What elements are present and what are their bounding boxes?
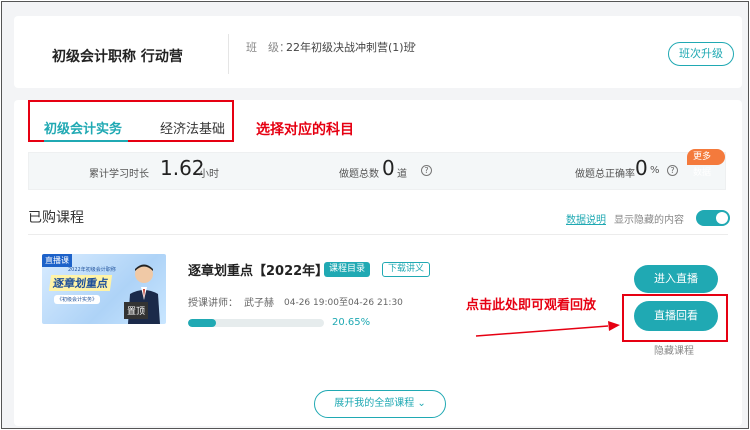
program-header: 初级会计职称 行动营 班 级： 22年初级决战冲刺营(1)班 › 班次升级 [14,16,742,88]
question-count-unit: 道 [397,169,407,180]
course-title: 逐章划重点【2022年】 [188,264,329,279]
tab-accounting-practice[interactable]: 初级会计实务 [44,118,122,137]
class-label: 班 级： [246,41,290,54]
accuracy-value: 0 [635,156,648,180]
course-progress-fill [188,319,217,327]
active-tab-underline [44,140,128,142]
lesson-time: 04-26 19:00至04-26 21:30 [284,298,403,308]
study-time-label: 累计学习时长 [89,169,149,180]
data-note-link[interactable]: 数据说明 [566,211,606,226]
live-replay-button[interactable]: 直播回看 [634,301,718,331]
course-progress-text: 20.65% [332,317,371,328]
show-hidden-label: 显示隐藏的内容 [614,215,684,226]
course-catalog-button[interactable]: 课程目录 [324,262,371,277]
accuracy-label: 做题总正确率 [575,169,635,180]
expand-all-courses-button[interactable]: 展开我的全部课程 ⌄ [314,390,446,418]
hide-course-link[interactable]: 隐藏课程 [654,342,694,357]
accuracy-unit: % [650,165,660,176]
thumbnail-pin-label: 置顶 [124,302,149,319]
program-title: 初级会计职称 行动营 [52,49,183,65]
toggle-knob [716,212,728,224]
show-hidden-toggle[interactable] [696,210,730,226]
thumbnail-course-name: 《初级会计实务》 [54,295,101,304]
enter-live-button[interactable]: 进入直播 [634,265,718,293]
thumbnail-headline: 逐章划重点 [48,275,113,291]
purchased-courses-title: 已购课程 [28,210,84,226]
annotation-click-replay: 点击此处即可观看回放 [466,298,597,313]
section-divider [28,234,728,235]
question-count-label: 做题总数 [339,169,379,180]
main-panel: 初级会计实务 经济法基础 选择对应的科目 累计学习时长 1.62 小时 做题总数… [14,100,742,426]
upgrade-class-button[interactable]: 班次升级 [668,42,734,66]
course-thumbnail[interactable]: 直播课 2022年初级会计职称 逐章划重点 《初级会计实务》 置顶 [42,254,166,324]
class-selector[interactable]: 22年初级决战冲刺营(1)班 [286,39,415,55]
study-time-unit: 小时 [199,169,219,180]
teacher-name: 武子赫 [244,298,274,309]
chevron-right-icon[interactable]: › [412,38,416,51]
stats-bar: 累计学习时长 1.62 小时 做题总数 0 道 ? 做题总正确率 0 % ? 更… [28,149,726,190]
teacher-label: 授课讲师： [188,298,238,309]
study-time-value: 1.62 [160,156,205,180]
thumbnail-subtitle: 2022年初级会计职称 [68,267,116,273]
annotation-arrow-icon [475,321,620,337]
header-divider [228,34,229,74]
more-data-badge[interactable]: 更多数据 [687,149,725,178]
screenshot-frame: 初级会计职称 行动营 班 级： 22年初级决战冲刺营(1)班 › 班次升级 初级… [1,1,749,429]
accuracy-help-icon[interactable]: ? [667,165,678,176]
download-handout-button[interactable]: 下载讲义 [382,262,431,277]
question-count-help-icon[interactable]: ? [421,165,432,176]
tab-economic-law[interactable]: 经济法基础 [160,118,225,137]
question-count-value: 0 [382,156,395,180]
annotation-select-subject: 选择对应的科目 [256,122,354,138]
course-progress-bar [188,319,324,327]
